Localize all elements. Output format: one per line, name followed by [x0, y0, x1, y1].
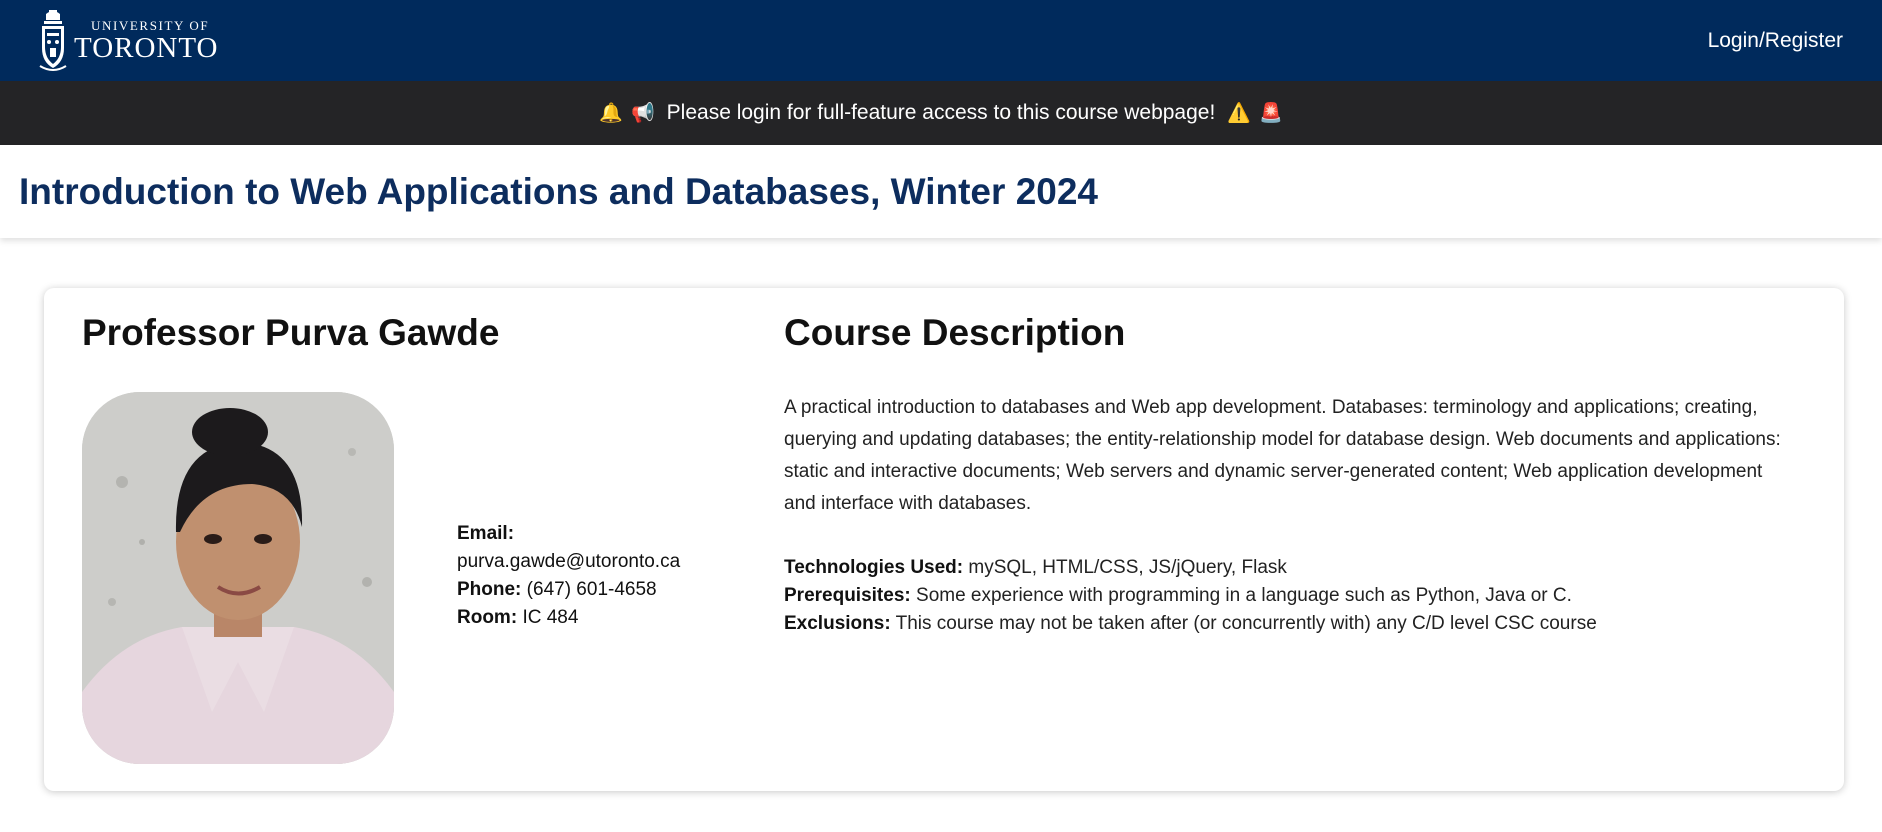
- room-value: IC 484: [522, 607, 579, 628]
- course-info-card: Professor Purva Gawde Email: purva.gawde…: [44, 288, 1844, 791]
- top-navbar: UNIVERSITY OF TORONTO Login/Register: [0, 0, 1882, 81]
- exclusions-value: This course may not be taken after (or c…: [895, 613, 1597, 634]
- course-details: Technologies Used: mySQL, HTML/CSS, JS/j…: [784, 554, 1814, 638]
- contact-info: Email: purva.gawde@utoronto.ca Phone: (6…: [457, 520, 680, 632]
- technologies-value: mySQL, HTML/CSS, JS/jQuery, Flask: [968, 557, 1287, 578]
- room-label: Room:: [457, 607, 518, 628]
- bell-icon: 🔔: [599, 103, 623, 124]
- logo-wordmark: UNIVERSITY OF TORONTO: [74, 19, 219, 63]
- logo-small-text: UNIVERSITY OF: [91, 17, 210, 33]
- prerequisites-value: Some experience with programming in a la…: [916, 585, 1572, 606]
- phone-value: (647) 601-4658: [526, 579, 657, 600]
- warning-icon: ⚠️: [1227, 103, 1251, 124]
- exclusions-label: Exclusions:: [784, 613, 891, 634]
- professor-name: Professor Purva Gawde: [82, 312, 500, 353]
- banner-message: Please login for full-feature access to …: [666, 101, 1216, 124]
- phone-label: Phone:: [457, 579, 522, 600]
- course-description-text: A practical introduction to databases an…: [784, 397, 1781, 514]
- siren-icon: 🚨: [1258, 103, 1283, 124]
- technologies-label: Technologies Used:: [784, 557, 964, 578]
- logo-big-text: TORONTO: [74, 31, 219, 64]
- professor-photo: [82, 392, 394, 764]
- portrait-image: [82, 392, 394, 764]
- email-label: Email:: [457, 523, 515, 544]
- university-logo[interactable]: UNIVERSITY OF TORONTO: [38, 8, 219, 74]
- course-title-bar: Introduction to Web Applications and Dat…: [0, 145, 1882, 238]
- course-description-heading: Course Description: [784, 312, 1126, 353]
- page-title: Introduction to Web Applications and Dat…: [19, 170, 1098, 212]
- crest-icon: [39, 9, 67, 71]
- email-value: purva.gawde@utoronto.ca: [457, 551, 681, 572]
- prerequisites-label: Prerequisites:: [784, 585, 911, 606]
- login-banner: 🔔 📢 Please login for full-feature access…: [0, 81, 1882, 145]
- megaphone-icon: 📢: [631, 103, 655, 124]
- login-register-link[interactable]: Login/Register: [1708, 29, 1843, 53]
